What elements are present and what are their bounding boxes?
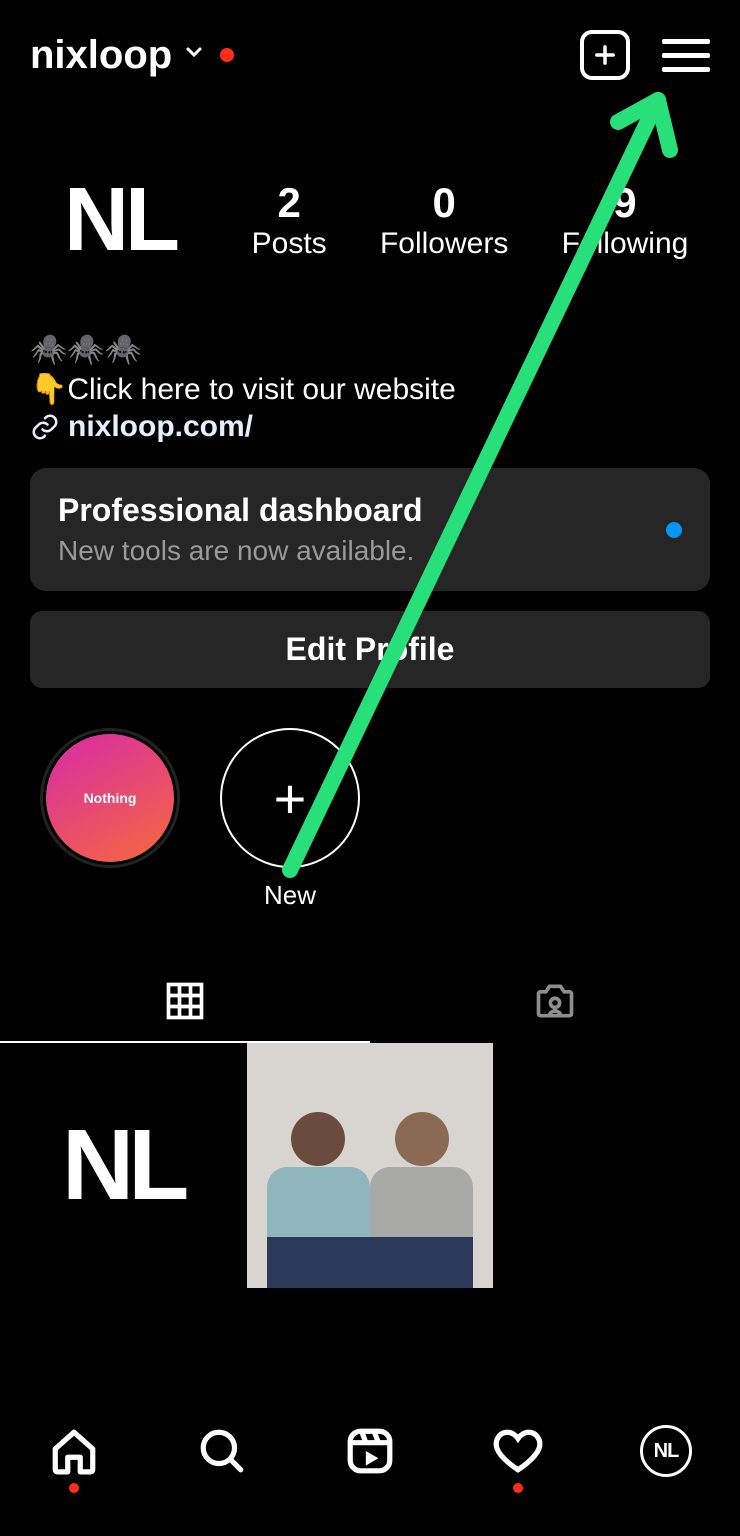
plus-icon: +	[274, 766, 307, 831]
dashboard-indicator-dot	[666, 522, 682, 538]
stat-following[interactable]: 9 Following	[562, 179, 689, 261]
bio-link[interactable]: nixloop.com/	[30, 410, 710, 444]
highlight-new-label: New	[264, 880, 316, 911]
bottom-nav: NL	[0, 1366, 740, 1536]
nav-profile[interactable]: NL	[636, 1421, 696, 1481]
post-nl-text: NL	[62, 1108, 183, 1223]
tagged-icon	[533, 979, 577, 1023]
bio-line-1: 🕷️🕷️🕷️	[30, 330, 710, 370]
post-thumbnail[interactable]	[247, 1043, 492, 1288]
chevron-down-icon	[182, 40, 206, 71]
tab-tagged[interactable]	[370, 961, 740, 1043]
posts-count: 2	[252, 179, 327, 227]
dashboard-title: Professional dashboard	[58, 492, 423, 529]
post-thumbnail[interactable]: NL	[0, 1043, 245, 1288]
profile-tabs	[0, 961, 740, 1043]
reels-icon	[345, 1426, 395, 1476]
home-icon	[49, 1426, 99, 1476]
heart-icon	[493, 1426, 543, 1476]
professional-dashboard-card[interactable]: Professional dashboard New tools are now…	[30, 468, 710, 591]
grid-icon	[163, 979, 207, 1023]
nav-profile-avatar: NL	[640, 1425, 692, 1477]
edit-profile-button[interactable]: Edit Profile	[30, 611, 710, 688]
followers-count: 0	[380, 179, 508, 227]
nav-activity[interactable]	[488, 1421, 548, 1481]
stat-followers[interactable]: 0 Followers	[380, 179, 508, 261]
edit-profile-label: Edit Profile	[286, 631, 455, 667]
link-icon	[30, 412, 60, 442]
profile-header: nixloop	[0, 0, 740, 90]
avatar-text: NL	[64, 169, 176, 272]
bio-line-2: 👇Click here to visit our website	[30, 370, 710, 410]
highlight-cover-text: Nothing	[84, 790, 137, 806]
nav-search[interactable]	[192, 1421, 252, 1481]
post-photo	[247, 1043, 492, 1288]
nav-reels[interactable]	[340, 1421, 400, 1481]
profile-bio: 🕷️🕷️🕷️ 👇Click here to visit our website …	[0, 330, 740, 444]
highlight-cover: Nothing	[46, 734, 174, 862]
posts-grid: NL	[0, 1043, 740, 1288]
stat-posts[interactable]: 2 Posts	[252, 179, 327, 261]
nav-home[interactable]	[44, 1421, 104, 1481]
bio-link-text: nixloop.com/	[68, 410, 253, 444]
username-label: nixloop	[30, 33, 172, 78]
hamburger-icon	[662, 39, 710, 44]
plus-icon	[591, 41, 619, 69]
add-highlight-circle: +	[220, 728, 360, 868]
app-root: nixloop NL 2 Posts	[0, 0, 740, 1536]
search-icon	[197, 1426, 247, 1476]
nav-activity-dot	[513, 1483, 523, 1493]
following-label: Following	[562, 227, 689, 261]
nav-home-dot	[69, 1483, 79, 1493]
story-highlights: Nothing + New	[0, 688, 740, 911]
highlight-ring: Nothing	[40, 728, 180, 868]
post-empty	[495, 1043, 740, 1288]
profile-stats: 2 Posts 0 Followers 9 Following	[230, 179, 710, 261]
create-button[interactable]	[580, 30, 630, 80]
posts-label: Posts	[252, 227, 327, 261]
username-switcher[interactable]: nixloop	[30, 33, 234, 78]
profile-avatar[interactable]: NL	[30, 130, 210, 310]
highlight-new[interactable]: + New	[220, 728, 360, 911]
tab-grid[interactable]	[0, 961, 370, 1043]
highlight-item[interactable]: Nothing	[40, 728, 180, 911]
nav-avatar-text: NL	[654, 1440, 679, 1463]
notification-dot	[220, 48, 234, 62]
header-actions	[580, 30, 710, 80]
profile-summary: NL 2 Posts 0 Followers 9 Following	[0, 90, 740, 330]
dashboard-text: Professional dashboard New tools are now…	[58, 492, 423, 567]
dashboard-subtitle: New tools are now available.	[58, 535, 423, 567]
following-count: 9	[562, 179, 689, 227]
followers-label: Followers	[380, 227, 508, 261]
menu-button[interactable]	[662, 39, 710, 72]
